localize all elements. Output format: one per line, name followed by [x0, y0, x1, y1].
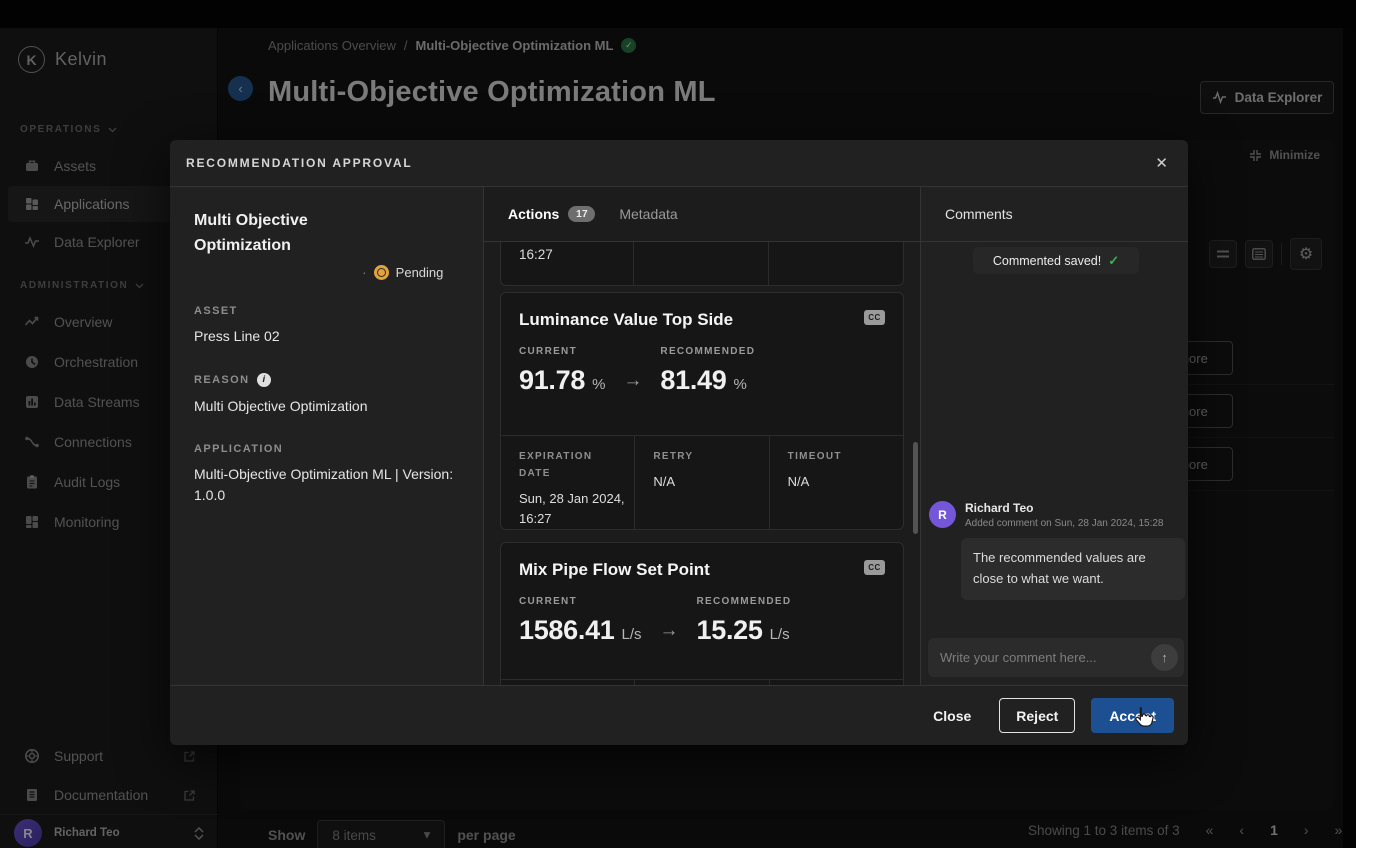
app-window: K Kelvin OPERATIONS Assets Applications …	[0, 0, 1356, 848]
timeout-cell: TIMEOUT N/A	[769, 436, 903, 529]
arrow-right-icon: →	[660, 620, 679, 646]
close-button[interactable]: Close	[921, 700, 983, 732]
asset-label: ASSET	[194, 305, 238, 317]
retry-cell: RETRY N/A	[634, 436, 768, 529]
status-badge: · Pending	[362, 264, 443, 280]
recommended-unit: L/s	[770, 626, 790, 643]
tab-actions-label: Actions	[508, 206, 559, 222]
comment-input[interactable]	[940, 650, 1151, 665]
modal-title: RECOMMENDATION APPROVAL	[186, 156, 413, 170]
current-label: CURRENT	[519, 596, 642, 607]
expiration-cell: EXPIRATION DATE Sun, 28 Jan 2024, 16:27	[501, 436, 634, 529]
comment-author: Richard Teo	[965, 501, 1163, 515]
comment-saved-toast: Commented saved! ✓	[973, 247, 1139, 274]
reason-field: REASON i Multi Objective Optimization	[194, 373, 459, 417]
reason-label: REASON	[194, 374, 249, 386]
comments-title: Comments	[921, 187, 1188, 242]
current-value-block: CURRENT 91.78 %	[519, 346, 605, 396]
reject-button[interactable]: Reject	[999, 698, 1075, 733]
status-label: Pending	[396, 265, 444, 280]
actions-scroll-area[interactable]: 16:27 Luminance Value Top Side CC	[484, 242, 920, 685]
timeout-label: TIMEOUT	[788, 448, 888, 465]
send-comment-button[interactable]: ↑	[1151, 644, 1178, 671]
recommendation-info-panel: Multi Objective Optimization · Pending A…	[170, 187, 484, 685]
retry-label: RETRY	[653, 448, 753, 465]
current-unit: L/s	[622, 626, 642, 643]
modal-tabs: Actions 17 Metadata	[484, 187, 920, 242]
reason-value: Multi Objective Optimization	[194, 396, 459, 417]
toast-text: Commented saved!	[993, 254, 1101, 268]
recommended-value: 15.25	[697, 615, 763, 646]
application-field: APPLICATION Multi-Objective Optimization…	[194, 443, 459, 506]
action-title: Luminance Value Top Side	[519, 310, 733, 330]
status-dot: ·	[362, 264, 367, 280]
scrollbar-thumb[interactable]	[913, 442, 918, 534]
modal-close-button[interactable]: ✕	[1155, 154, 1168, 172]
current-value: 91.78	[519, 365, 585, 396]
modal-header: RECOMMENDATION APPROVAL ✕	[170, 140, 1188, 187]
card-column-divider	[633, 242, 634, 285]
closed-loop-icon: CC	[864, 310, 885, 325]
timeout-value: N/A	[788, 472, 900, 492]
comment-avatar: R	[929, 501, 956, 528]
action-card-luminance: Luminance Value Top Side CC CURRENT 91.7…	[500, 292, 904, 530]
asset-value: Press Line 02	[194, 326, 459, 347]
recommended-value-block: RECOMMENDED 15.25 L/s	[697, 596, 792, 646]
action-title: Mix Pipe Flow Set Point	[519, 560, 710, 580]
check-icon: ✓	[1108, 253, 1119, 269]
comment-item-header: R Richard Teo Added comment on Sun, 28 J…	[929, 501, 1163, 529]
card-column-divider	[768, 242, 769, 285]
arrow-right-icon: →	[623, 370, 642, 396]
screen: K Kelvin OPERATIONS Assets Applications …	[0, 0, 1378, 860]
action-detail-row: EXPIRATION DATE Sun, 28 Jan 2024, 16:27 …	[501, 435, 903, 529]
expiration-label: EXPIRATION DATE	[519, 448, 619, 482]
recommended-unit: %	[734, 376, 747, 393]
expiration-time: 16:27	[519, 247, 553, 262]
recommended-label: RECOMMENDED	[660, 346, 755, 357]
actions-count-badge: 17	[568, 206, 595, 222]
tab-actions[interactable]: Actions 17	[508, 206, 595, 222]
closed-loop-icon: CC	[864, 560, 885, 575]
actions-panel: Actions 17 Metadata 16:27	[484, 187, 920, 685]
info-icon[interactable]: i	[257, 373, 271, 387]
modal-footer: Close Reject Accept	[170, 685, 1188, 745]
pending-icon	[374, 265, 389, 280]
action-card-partial: 16:27	[500, 242, 904, 286]
comment-text: The recommended values are close to what…	[961, 538, 1185, 600]
recommendation-name: Multi Objective Optimization	[194, 209, 366, 259]
current-value-block: CURRENT 1586.41 L/s	[519, 596, 642, 646]
current-label: CURRENT	[519, 346, 605, 357]
recommended-value: 81.49	[660, 365, 726, 396]
mouse-cursor-icon	[1130, 704, 1156, 735]
current-unit: %	[592, 376, 605, 393]
comment-input-wrap: ↑	[928, 638, 1184, 677]
expiration-value: Sun, 28 Jan 2024, 16:27	[519, 489, 631, 529]
application-value: Multi-Objective Optimization ML | Versio…	[194, 464, 454, 506]
recommended-label: RECOMMENDED	[697, 596, 792, 607]
retry-value: N/A	[653, 472, 765, 492]
action-card-mix-pipe: Mix Pipe Flow Set Point CC CURRENT 1586.…	[500, 542, 904, 685]
recommended-value-block: RECOMMENDED 81.49 %	[660, 346, 755, 396]
recommendation-approval-modal: RECOMMENDATION APPROVAL ✕ Multi Objectiv…	[170, 140, 1188, 745]
comments-panel: Comments Commented saved! ✓ R Richard Te…	[920, 187, 1188, 685]
asset-field: ASSET Press Line 02	[194, 305, 459, 347]
current-value: 1586.41	[519, 615, 615, 646]
tab-metadata[interactable]: Metadata	[619, 206, 677, 222]
comment-timestamp: Added comment on Sun, 28 Jan 2024, 15:28	[965, 518, 1163, 529]
application-label: APPLICATION	[194, 443, 283, 455]
